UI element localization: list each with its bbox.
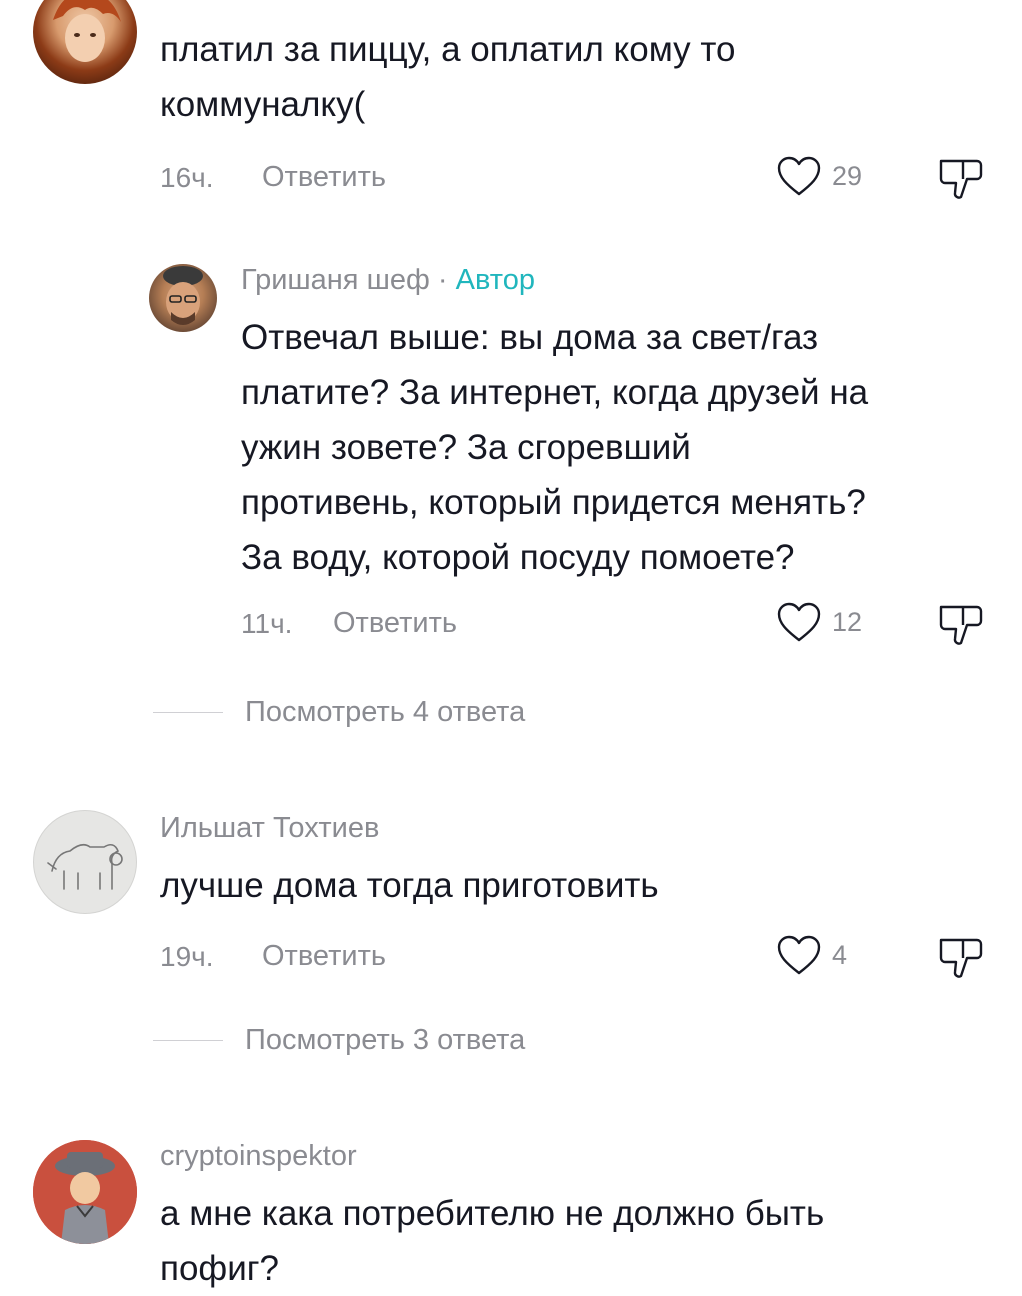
comment-3-time: 19ч. xyxy=(160,941,214,972)
comment-2-text-line: противень, который придется менять? xyxy=(241,483,866,522)
thumb-down-outline-icon xyxy=(939,159,983,199)
comment-3-dislike-button[interactable] xyxy=(937,934,985,987)
thumb-down-outline-icon xyxy=(939,605,983,645)
comment-2-author-name[interactable]: Гришаня шеф xyxy=(241,264,430,296)
heart-outline-icon xyxy=(777,156,821,196)
comment-1-reply-button[interactable]: Ответить xyxy=(262,161,386,194)
view-replies-button-comment-2[interactable]: Посмотреть 4 ответа xyxy=(153,696,525,729)
comment-4-text-line: пофиг? xyxy=(160,1249,279,1288)
comment-3-like-button[interactable]: 4 xyxy=(776,934,847,976)
comment-1-dislike-button[interactable] xyxy=(937,155,985,208)
comment-3-text: лучше дома тогда приготовить xyxy=(160,858,1000,913)
avatar-user-3[interactable] xyxy=(33,810,137,914)
view-replies-button-comment-3[interactable]: Посмотреть 3 ответа xyxy=(153,1024,525,1057)
avatar-user-1[interactable] xyxy=(33,0,137,84)
heart-outline-icon xyxy=(777,602,821,642)
comment-2-text-line: ужин зовете? За сгоревший xyxy=(241,428,691,467)
view-replies-label: Посмотреть 3 ответа xyxy=(245,1024,526,1056)
avatar-user-1-image xyxy=(53,0,121,62)
comment-3-reply-button[interactable]: Ответить xyxy=(262,940,386,973)
avatar-user-3-image xyxy=(47,843,123,890)
comment-1-text-line: платил за пиццу, а оплатил кому то xyxy=(160,30,736,69)
avatar-user-4[interactable] xyxy=(33,1140,137,1244)
divider-line xyxy=(153,712,223,713)
comment-2-text-line: платите? За интернет, когда друзей на xyxy=(241,373,869,412)
comment-1-like-button[interactable]: 29 xyxy=(776,155,862,197)
view-replies-label: Посмотреть 4 ответа xyxy=(245,696,526,728)
comment-1-like-count: 29 xyxy=(832,160,863,191)
comment-2-author-line: Гришаня шеф · Автор xyxy=(241,264,535,297)
comment-2-like-button[interactable]: 12 xyxy=(776,601,862,643)
comment-2-like-count: 12 xyxy=(832,606,863,637)
comment-1-text-line: коммуналку( xyxy=(160,85,366,124)
avatar-user-2-image xyxy=(163,266,203,325)
author-badge: Автор xyxy=(455,264,535,296)
comment-3-like-count: 4 xyxy=(832,939,848,970)
comment-2-reply-button[interactable]: Ответить xyxy=(333,607,457,640)
thumb-down-outline-icon xyxy=(939,938,983,978)
avatar-user-2[interactable] xyxy=(149,264,217,332)
comment-4-text-line: а мне кака потребителю не должно быть xyxy=(160,1194,825,1233)
comment-2-text-line: За воду, которой посуду помоете? xyxy=(241,538,795,577)
comment-3-text-line: лучше дома тогда приготовить xyxy=(160,866,659,905)
comment-4-author-name[interactable]: cryptoinspektor xyxy=(160,1140,357,1173)
comment-2-text-line: Отвечал выше: вы дома за свет/газ xyxy=(241,318,819,357)
comment-2-time: 11ч. xyxy=(241,608,293,639)
comment-1-time: 16ч. xyxy=(160,162,214,193)
comment-2-separator: · xyxy=(437,264,448,296)
comment-3-author-name[interactable]: Ильшат Тохтиев xyxy=(160,812,379,845)
avatar-user-4-image xyxy=(33,1140,137,1244)
comment-2-text: Отвечал выше: вы дома за свет/газ платит… xyxy=(241,310,1011,585)
divider-line xyxy=(153,1040,223,1041)
comment-1-text: платил за пиццу, а оплатил кому то комму… xyxy=(160,22,1000,132)
heart-outline-icon xyxy=(777,935,821,975)
comment-2-dislike-button[interactable] xyxy=(937,601,985,654)
